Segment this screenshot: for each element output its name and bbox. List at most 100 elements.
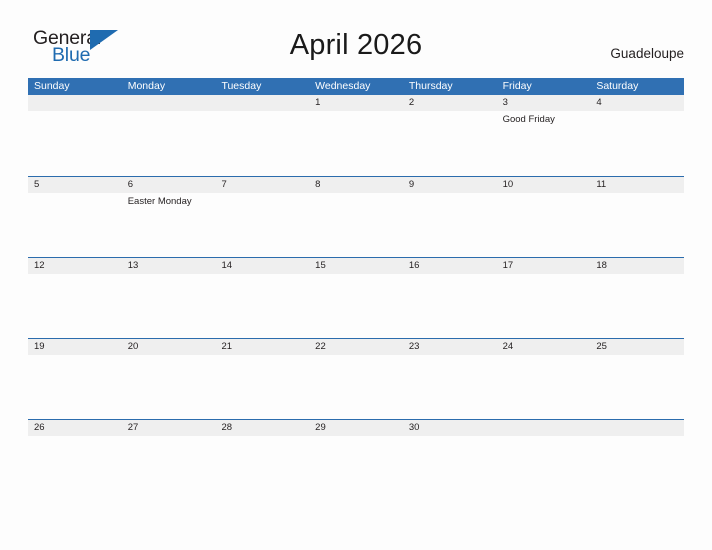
day-number: 7 [221, 179, 227, 190]
calendar-day-cell[interactable]: 28 [215, 420, 310, 496]
day-number-band: 3 [496, 95, 591, 111]
calendar-day-cell[interactable]: 26 [28, 420, 122, 496]
day-events [215, 436, 309, 438]
day-number: 22 [315, 341, 326, 352]
day-events [590, 111, 684, 113]
day-number-band: 12 [28, 258, 122, 274]
calendar-day-cell[interactable]: 8 [309, 177, 403, 257]
day-events [403, 193, 497, 195]
day-number-band: 27 [121, 420, 216, 436]
day-number-band: 11 [590, 177, 685, 193]
day-number-band: 26 [28, 420, 122, 436]
day-number: 10 [502, 179, 514, 190]
day-number: 26 [34, 422, 45, 433]
calendar-day-cell[interactable]: 7 [215, 177, 310, 257]
day-number-band: 21 [215, 339, 310, 355]
day-events [403, 355, 497, 357]
location-label: Guadeloupe [610, 46, 684, 61]
day-events [309, 193, 403, 195]
day-number: 5 [34, 179, 40, 190]
day-number-band: 16 [402, 258, 497, 274]
calendar-day-cell[interactable]: 2 [402, 95, 497, 176]
page-header: General Blue April 2026 Guadeloupe [0, 0, 712, 78]
calendar-day-cell-empty [215, 95, 310, 176]
page-title: April 2026 [289, 29, 423, 61]
calendar-day-cell[interactable]: 27 [121, 420, 216, 496]
day-number: 18 [596, 260, 607, 271]
day-number: 29 [315, 422, 326, 433]
calendar-day-cell[interactable]: 29 [309, 420, 403, 496]
calendar-day-cell[interactable]: 21 [215, 339, 310, 419]
day-number-band: 29 [309, 420, 403, 436]
day-events [590, 274, 684, 276]
day-number-band: 15 [309, 258, 403, 274]
day-number-band: 28 [215, 420, 310, 436]
weekday-header-wednesday: Wednesday [315, 80, 371, 92]
day-number: 30 [408, 422, 420, 433]
calendar-day-cell[interactable]: 17 [496, 258, 591, 338]
calendar-day-cell[interactable]: 18 [590, 258, 685, 338]
calendar-day-cell[interactable]: 14 [215, 258, 310, 338]
calendar-day-cell[interactable]: 3 Good Friday [496, 95, 591, 176]
calendar-day-cell[interactable]: 4 [590, 95, 685, 176]
day-events [497, 274, 591, 276]
calendar-day-cell[interactable]: 30 [402, 420, 497, 496]
day-number: 19 [34, 341, 45, 352]
calendar-day-cell[interactable]: 9 [402, 177, 497, 257]
day-number-band: 30 [402, 420, 497, 436]
calendar-day-cell[interactable]: 12 [28, 258, 122, 338]
calendar-grid: Sunday Monday Tuesday Wednesday Thursday Frid… [28, 78, 685, 496]
calendar-day-cell[interactable]: 24 [496, 339, 591, 419]
calendar-weeks: 1 2 3 Good Friday 4 5 6 Easter Monday 7 8 9 10 11 12 1… [28, 95, 685, 496]
calendar-day-cell[interactable]: 25 [590, 339, 685, 419]
day-events [122, 355, 216, 357]
calendar-day-cell[interactable]: 6 Easter Monday [121, 177, 216, 257]
calendar-week-row: 5 6 Easter Monday 7 8 9 10 11 [28, 176, 685, 257]
holiday-event[interactable]: Easter Monday [128, 195, 212, 208]
calendar-week-row: 26 27 28 29 30 [28, 419, 685, 496]
day-events [590, 436, 684, 438]
day-events [122, 274, 216, 276]
calendar-day-cell[interactable]: 15 [309, 258, 403, 338]
day-number: 2 [408, 97, 415, 108]
calendar-day-cell[interactable]: 22 [309, 339, 403, 419]
day-events [497, 355, 591, 357]
holiday-event[interactable]: Good Friday [503, 113, 587, 126]
day-events [28, 355, 122, 357]
day-number-band: 13 [121, 258, 216, 274]
day-events [122, 436, 216, 438]
day-events: Good Friday [497, 111, 591, 126]
weekday-header-thursday: Thursday [408, 80, 453, 92]
calendar-day-cell[interactable]: 20 [121, 339, 216, 419]
day-number-band: 20 [121, 339, 216, 355]
calendar-day-cell[interactable]: 16 [402, 258, 497, 338]
day-number-band [496, 420, 591, 436]
day-number: 17 [502, 260, 514, 271]
calendar-day-cell[interactable]: 11 [590, 177, 685, 257]
weekday-header-friday: Friday [502, 80, 532, 92]
day-number: 15 [315, 260, 326, 271]
calendar-day-cell[interactable]: 13 [121, 258, 216, 338]
day-number-band [28, 95, 122, 111]
calendar-day-cell[interactable]: 19 [28, 339, 122, 419]
day-number-band: 22 [309, 339, 403, 355]
day-events: Easter Monday [122, 193, 216, 208]
calendar-day-cell[interactable]: 1 [309, 95, 403, 176]
day-events [309, 274, 403, 276]
day-number: 23 [408, 341, 420, 352]
calendar-day-cell[interactable]: 23 [402, 339, 497, 419]
day-number: 14 [221, 260, 233, 271]
day-events [215, 111, 309, 113]
day-events [309, 436, 403, 438]
day-events [403, 436, 497, 438]
day-number-band: 23 [402, 339, 497, 355]
day-events [403, 274, 497, 276]
calendar-week-row: 12 13 14 15 16 17 18 [28, 257, 685, 338]
day-events [309, 111, 403, 113]
day-events [28, 111, 122, 113]
calendar-day-cell[interactable]: 10 [496, 177, 591, 257]
calendar-page: General Blue April 2026 Guadeloupe Sunda… [0, 0, 712, 550]
day-number-band: 17 [496, 258, 591, 274]
day-number: 27 [127, 422, 139, 433]
calendar-day-cell[interactable]: 5 [28, 177, 122, 257]
